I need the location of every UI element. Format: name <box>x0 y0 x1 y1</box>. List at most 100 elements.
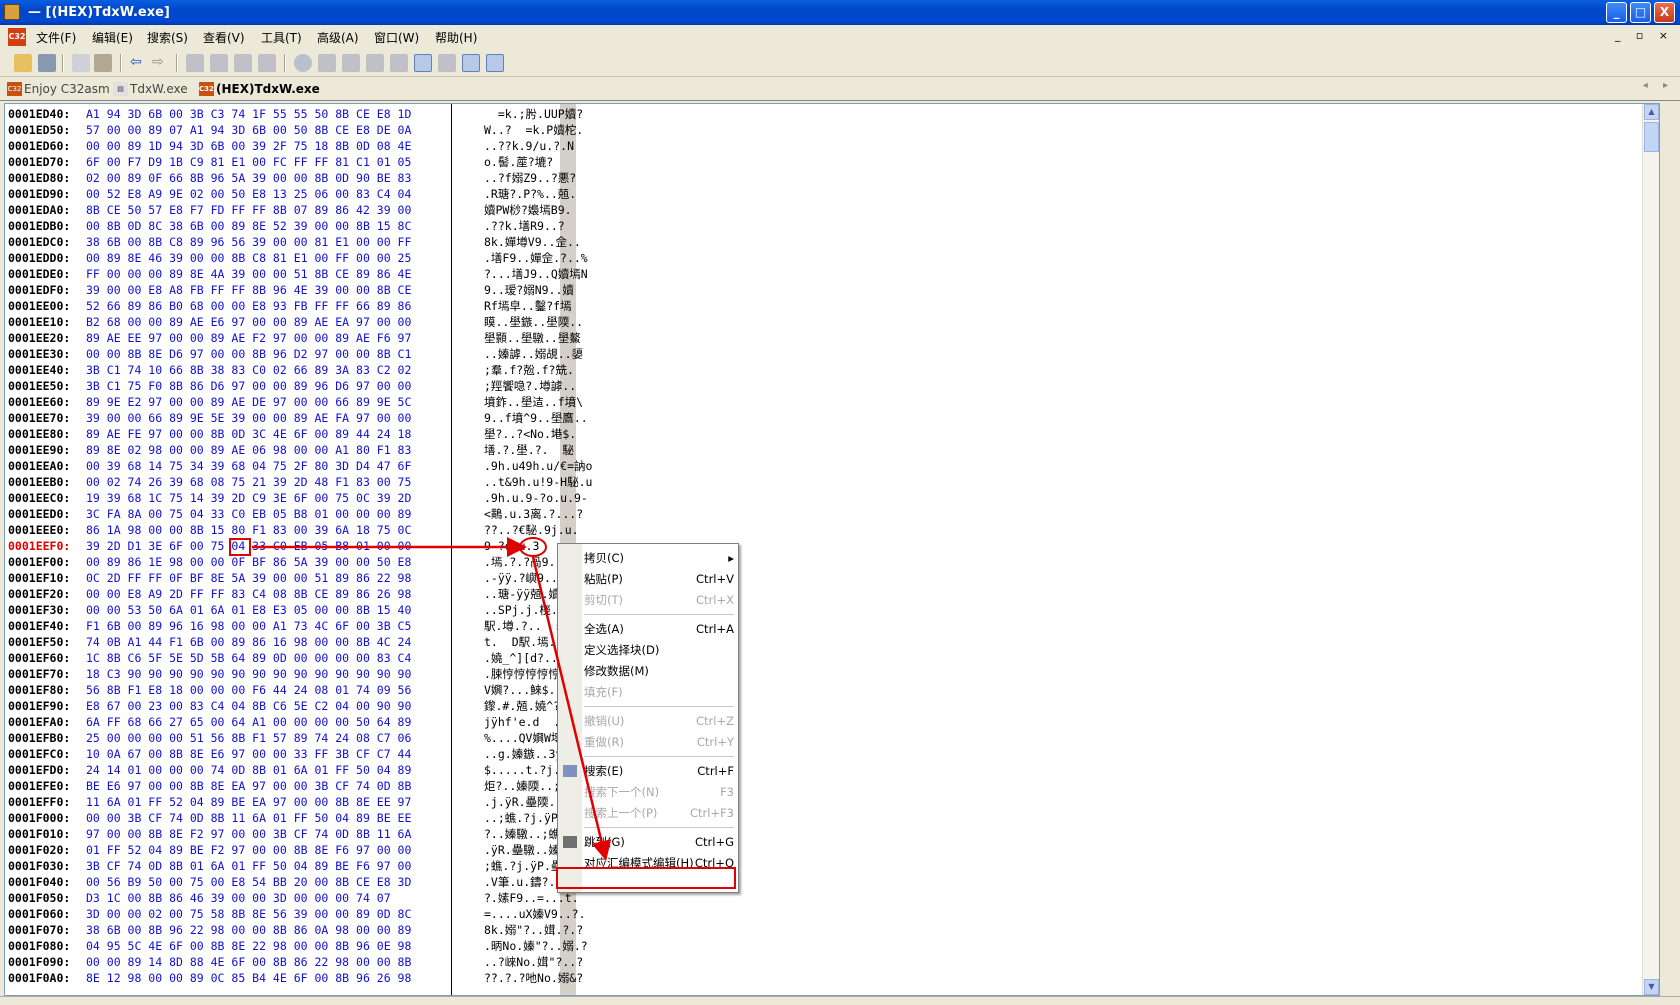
row-ascii[interactable]: 8k.嫋"?..媶.?.? <box>484 922 583 938</box>
row-ascii[interactable]: ;羥饗喼?.墫謼.. <box>484 378 576 394</box>
row-hex-bytes[interactable]: 0C 2D FF FF 0F BF 8E 5A 39 00 00 51 89 8… <box>86 570 476 586</box>
row-hex-bytes[interactable]: 24 14 01 00 00 00 74 0D 8B 01 6A 01 FF 5… <box>86 762 476 778</box>
tool-icon-3[interactable] <box>234 54 252 72</box>
hex-row[interactable]: 0001EEF0: 39 2D D1 3E 6F 00 75 04 33 C0 E… <box>8 538 608 554</box>
hex-row[interactable]: 0001EE30: 00 00 8B 8E D6 97 00 00 8B 96 D… <box>8 346 608 362</box>
layout-icon-2[interactable] <box>486 54 504 72</box>
close-button[interactable]: X <box>1654 2 1675 23</box>
hex-row[interactable]: 0001EFB0: 25 00 00 00 00 51 56 8B F1 57 8… <box>8 730 608 746</box>
row-hex-bytes[interactable]: 39 00 00 66 89 9E 5E 39 00 00 89 AE FA 9… <box>86 410 476 426</box>
row-ascii[interactable]: W..? =k.P嬻柁. <box>484 122 583 138</box>
hex-row[interactable]: 0001EE50: 3B C1 75 F0 8B 86 D6 97 00 00 8… <box>8 378 608 394</box>
minimize-button[interactable]: _ <box>1606 2 1627 23</box>
menu-search[interactable]: 搜索(S) <box>147 29 188 46</box>
row-hex-bytes[interactable]: 3B CF 74 0D 8B 01 6A 01 FF 50 04 89 BE F… <box>86 858 476 874</box>
hex-row[interactable]: 0001ED70: 6F 00 F7 D9 1B C9 81 E1 00 FC F… <box>8 154 608 170</box>
row-hex-bytes[interactable]: 3B C1 74 10 66 8B 38 83 C0 02 66 89 3A 8… <box>86 362 476 378</box>
row-ascii[interactable]: 墳鈼..壆迼..f墳\ <box>484 394 583 410</box>
row-ascii[interactable]: 嬻PW桫?嬝墕B9. <box>484 202 572 218</box>
row-hex-bytes[interactable]: 00 8B 0D 8C 38 6B 00 89 8E 52 39 00 00 8… <box>86 218 476 234</box>
hex-row[interactable]: 0001EF20: 00 00 E8 A9 2D FF FF 83 C4 08 8… <box>8 586 608 602</box>
row-ascii[interactable]: ;羣.f?兝.f?兟. <box>484 362 574 378</box>
row-hex-bytes[interactable]: 74 0B A1 44 F1 6B 00 89 86 16 98 00 00 8… <box>86 634 476 650</box>
hex-row[interactable]: 0001EFE0: BE E6 97 00 00 8B 8E EA 97 00 0… <box>8 778 608 794</box>
hex-row[interactable]: 0001ED50: 57 00 00 89 07 A1 94 3D 6B 00 5… <box>8 122 608 138</box>
settings-icon[interactable] <box>438 54 456 72</box>
row-ascii[interactable]: .昞No.嫀"?..嫋.? <box>484 938 588 954</box>
hex-row[interactable]: 0001EF50: 74 0B A1 44 F1 6B 00 89 86 16 9… <box>8 634 608 650</box>
row-ascii[interactable]: ..?崍No.媶"?..? <box>484 954 583 970</box>
row-hex-bytes[interactable]: 86 1A 98 00 00 8B 15 80 F1 83 00 39 6A 1… <box>86 522 476 538</box>
row-hex-bytes[interactable]: 52 66 89 86 B0 68 00 00 E8 93 FB FF FF 6… <box>86 298 476 314</box>
menu-advanced[interactable]: 高级(A) <box>317 29 359 46</box>
row-hex-bytes[interactable]: 38 6B 00 8B C8 89 96 56 39 00 00 81 E1 0… <box>86 234 476 250</box>
hex-editor[interactable]: 0001ED40: A1 94 3D 6B 00 3B C3 74 1F 55 5… <box>4 103 1660 996</box>
row-ascii[interactable]: ??..?€駜.9j.u. <box>484 522 579 538</box>
hex-row[interactable]: 0001EED0: 3C FA 8A 00 75 04 33 C0 EB 05 B… <box>8 506 608 522</box>
hex-row[interactable]: 0001EF60: 1C 8B C6 5F 5E 5D 5B 64 89 0D 0… <box>8 650 608 666</box>
hex-row[interactable]: 0001EF70: 18 C3 90 90 90 90 90 90 90 90 9… <box>8 666 608 682</box>
hex-row[interactable]: 0001EDF0: 39 00 00 E8 A8 FB FF FF 8B 96 4… <box>8 282 608 298</box>
context-menu-item[interactable]: 全选(A) Ctrl+A <box>584 619 734 639</box>
row-hex-bytes[interactable]: 57 00 00 89 07 A1 94 3D 6B 00 50 8B CE E… <box>86 122 476 138</box>
row-hex-bytes[interactable]: 89 AE EE 97 00 00 89 AE F2 97 00 00 89 A… <box>86 330 476 346</box>
row-hex-bytes[interactable]: 6A FF 68 66 27 65 00 64 A1 00 00 00 00 5… <box>86 714 476 730</box>
row-hex-bytes[interactable]: 3B C1 75 F0 8B 86 D6 97 00 00 89 96 D6 9… <box>86 378 476 394</box>
row-hex-bytes[interactable]: 97 00 00 8B 8E F2 97 00 00 3B CF 74 0D 8… <box>86 826 476 842</box>
row-ascii[interactable]: 9-?o.u.3 <box>484 538 539 554</box>
tool-icon-6[interactable] <box>366 54 384 72</box>
hex-row[interactable]: 0001EE80: 89 AE FE 97 00 00 8B 0D 3C 4E 6… <box>8 426 608 442</box>
scroll-down-icon[interactable]: ▼ <box>1644 979 1659 995</box>
hex-row[interactable]: 0001EFA0: 6A FF 68 66 27 65 00 64 A1 00 0… <box>8 714 608 730</box>
row-ascii[interactable]: .9h.u49h.u/€=訥o <box>484 458 592 474</box>
hex-row[interactable]: 0001EF90: E8 67 00 23 00 83 C4 04 8B C6 5… <box>8 698 608 714</box>
hex-row[interactable]: 0001ED80: 02 00 89 0F 66 8B 96 5A 39 00 0… <box>8 170 608 186</box>
menu-edit[interactable]: 编辑(E) <box>92 29 133 46</box>
hex-row[interactable]: 0001EFD0: 24 14 01 00 00 00 74 0D 8B 01 6… <box>8 762 608 778</box>
row-ascii[interactable]: 墡.?.壆.?. 駜 <box>484 442 574 458</box>
vertical-scrollbar[interactable]: ▲ ▼ <box>1642 104 1659 995</box>
menu-help[interactable]: 帮助(H) <box>435 29 477 46</box>
menu-window[interactable]: 窗口(W) <box>374 29 419 46</box>
scroll-up-icon[interactable]: ▲ <box>1644 104 1659 120</box>
maximize-button[interactable]: □ <box>1630 2 1651 23</box>
hex-row[interactable]: 0001EEC0: 19 39 68 1C 75 14 39 2D C9 3E 6… <box>8 490 608 506</box>
row-hex-bytes[interactable]: 00 00 53 50 6A 01 6A 01 E8 E3 05 00 00 8… <box>86 602 476 618</box>
hex-row[interactable]: 0001ED40: A1 94 3D 6B 00 3B C3 74 1F 55 5… <box>8 106 608 122</box>
row-ascii[interactable]: .9h.u.9-?o.u.9- <box>484 490 588 506</box>
mdi-controls[interactable]: _ ▫ × <box>1615 29 1674 42</box>
tab-hex-tdxw-exe[interactable]: C32 (HEX)TdxW.exe <box>196 79 320 101</box>
scroll-thumb[interactable] <box>1644 122 1659 152</box>
row-hex-bytes[interactable]: 00 52 E8 A9 9E 02 00 50 E8 13 25 06 00 8… <box>86 186 476 202</box>
row-hex-bytes[interactable]: 3D 00 00 02 00 75 58 8B 8E 56 39 00 00 8… <box>86 906 476 922</box>
paste-icon[interactable] <box>94 54 112 72</box>
row-ascii[interactable]: Rf墕皁..鑿?f墕 <box>484 298 572 314</box>
hex-row[interactable]: 0001F000: 00 00 3B CF 74 0D 8B 11 6A 01 F… <box>8 810 608 826</box>
context-menu-item[interactable]: 定义选择块(D) <box>584 640 734 660</box>
hex-row[interactable]: 0001EE20: 89 AE EE 97 00 00 89 AE F2 97 0… <box>8 330 608 346</box>
row-hex-bytes[interactable]: 25 00 00 00 00 51 56 8B F1 57 89 74 24 0… <box>86 730 476 746</box>
row-hex-bytes[interactable]: F1 6B 00 89 96 16 98 00 00 A1 73 4C 6F 0… <box>86 618 476 634</box>
hex-row[interactable]: 0001EF10: 0C 2D FF FF 0F BF 8E 5A 39 00 0… <box>8 570 608 586</box>
hex-row[interactable]: 0001EEE0: 86 1A 98 00 00 8B 15 80 F1 83 0… <box>8 522 608 538</box>
row-ascii[interactable]: 壆?..?<No.塂$. <box>484 426 576 442</box>
row-hex-bytes[interactable]: 8E 12 98 00 00 89 0C 85 B4 4E 6F 00 8B 9… <box>86 970 476 986</box>
hex-view-icon[interactable] <box>414 54 432 72</box>
row-hex-bytes[interactable]: 00 39 68 14 75 34 39 68 04 75 2F 80 3D D… <box>86 458 476 474</box>
row-ascii[interactable]: .墡F9..嬋佱.?..% <box>484 250 588 266</box>
hex-row[interactable]: 0001EDD0: 00 89 8E 46 39 00 00 8B C8 81 E… <box>8 250 608 266</box>
hex-row[interactable]: 0001ED60: 00 00 89 1D 94 3D 6B 00 39 2F 7… <box>8 138 608 154</box>
hex-row[interactable]: 0001EF30: 00 00 53 50 6A 01 6A 01 E8 E3 0… <box>8 602 608 618</box>
row-ascii[interactable]: =k.;肹.UUP嬻? <box>484 106 583 122</box>
row-hex-bytes[interactable]: A1 94 3D 6B 00 3B C3 74 1F 55 55 50 8B C… <box>86 106 476 122</box>
row-hex-bytes[interactable]: 00 00 89 14 8D 88 4E 6F 00 8B 86 22 98 0… <box>86 954 476 970</box>
row-ascii[interactable]: 9..f墳^9..壆鷹.. <box>484 410 588 426</box>
hex-row[interactable]: 0001F020: 01 FF 52 04 89 BE F2 97 00 00 8… <box>8 842 608 858</box>
row-ascii[interactable]: o.髻.蓙?塶? <box>484 154 553 170</box>
row-hex-bytes[interactable]: 19 39 68 1C 75 14 39 2D C9 3E 6F 00 75 0… <box>86 490 476 506</box>
row-hex-bytes[interactable]: 01 FF 52 04 89 BE F2 97 00 00 8B 8E F6 9… <box>86 842 476 858</box>
row-hex-bytes[interactable]: 00 89 86 1E 98 00 00 0F BF 86 5A 39 00 0… <box>86 554 476 570</box>
row-hex-bytes[interactable]: 00 00 8B 8E D6 97 00 00 8B 96 D2 97 00 0… <box>86 346 476 362</box>
app-icon[interactable] <box>4 4 20 20</box>
row-ascii[interactable]: 9..瑷?嫋N9..嬻 <box>484 282 574 298</box>
